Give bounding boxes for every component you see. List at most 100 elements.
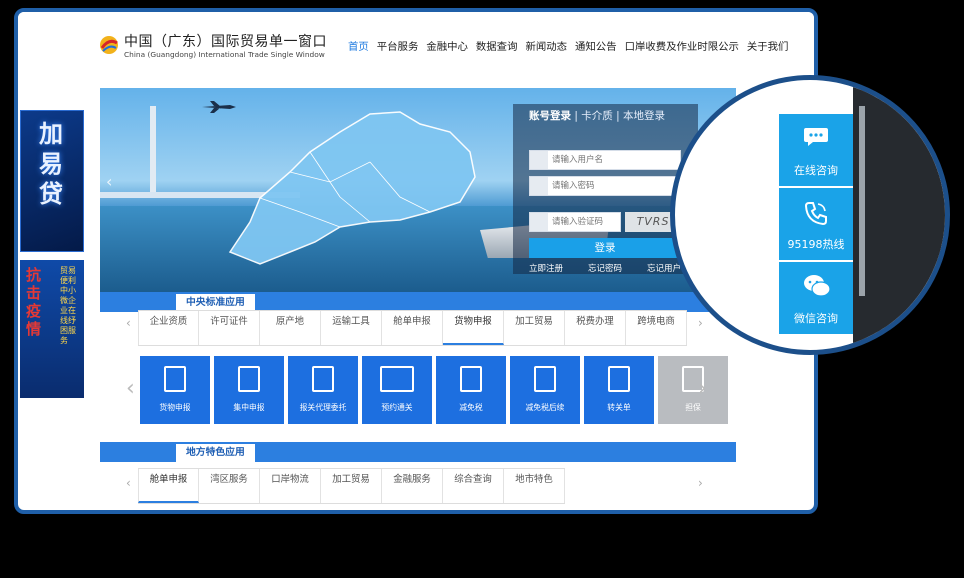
ad-epidemic-title: 抗击疫情 (26, 266, 42, 338)
wechat-icon (804, 275, 831, 297)
nav-notices[interactable]: 通知公告 (575, 38, 617, 53)
local-apps-bar: 地方特色应用 (100, 442, 736, 462)
lock-icon (530, 177, 548, 195)
guangdong-map (228, 111, 476, 265)
service-agent-entrust[interactable]: 报关代理委托 (288, 356, 358, 424)
login-links: 立即注册 忘记密码 忘记用户 (529, 262, 681, 274)
register-link[interactable]: 立即注册 (529, 262, 563, 274)
central-apps-bar: 中央标准应用 (100, 292, 736, 312)
tab-port-logistics[interactable]: 口岸物流 (260, 469, 321, 503)
header: 中国（广东）国际贸易单一窗口 China (Guangdong) Interna… (18, 12, 814, 80)
checklist-icon (534, 366, 556, 392)
service-booking-clearance[interactable]: 预约通关 (362, 356, 432, 424)
wechat-consult-button[interactable]: 微信咨询 (779, 262, 853, 334)
captcha-input[interactable] (552, 214, 618, 230)
tab-local-manifest[interactable]: 舱单申报 (138, 469, 199, 503)
login-tabs: 账号登录 | 卡介质 | 本地登录 (529, 108, 665, 123)
tab-processing-trade[interactable]: 加工贸易 (504, 311, 565, 345)
logo-subtitle: China (Guangdong) International Trade Si… (124, 50, 325, 59)
phone-icon (804, 202, 827, 226)
nav-data-query[interactable]: 数据查询 (476, 38, 518, 53)
main-nav: 首页 平台服务 金融中心 数据查询 新闻动态 通知公告 口岸收费及作业时限公示 … (348, 38, 788, 53)
tab-license[interactable]: 许可证件 (199, 311, 260, 345)
ad-banner-epidemic[interactable]: 抗击疫情 贸易便利中小微企业在线纾困服务 (20, 260, 84, 398)
nav-finance-center[interactable]: 金融中心 (426, 38, 468, 53)
tab-city-features[interactable]: 地市特色 (504, 469, 565, 503)
username-field[interactable] (529, 150, 681, 170)
service-tax-exemption[interactable]: 减免税 (436, 356, 506, 424)
hotline-button[interactable]: 95198热线 (779, 188, 853, 260)
forgot-username-link[interactable]: 忘记用户 (647, 262, 681, 274)
login-panel: 账号登录 | 卡介质 | 本地登录 TVRS 登录 立即注册 (513, 104, 698, 274)
tab-local-processing-trade[interactable]: 加工贸易 (321, 469, 382, 503)
ad-loan-text: 加易贷 (39, 120, 63, 208)
service-goods-declaration[interactable]: 货物申报 (140, 356, 210, 424)
transfer-document-icon (608, 366, 630, 392)
zoom-callout: 在线咨询 95198热线 微信咨询 (670, 75, 950, 355)
login-button[interactable]: 登录 (529, 238, 681, 258)
service-label: 减免税后续 (525, 403, 565, 412)
local-tabs: 舱单申报 湾区服务 口岸物流 加工贸易 金融服务 综合查询 地市特色 (138, 468, 565, 504)
ad-epidemic-text: 贸易便利中小微企业在线纾困服务 (60, 266, 76, 345)
tab-cross-border-ecommerce[interactable]: 跨境电商 (626, 311, 687, 345)
service-label: 担保 (685, 403, 701, 412)
logo-title: 中国（广东）国际贸易单一窗口 (124, 34, 327, 50)
tab-account-login[interactable]: 账号登录 (529, 110, 571, 122)
site-logo[interactable]: 中国（广东）国际贸易单一窗口 China (Guangdong) Interna… (98, 28, 328, 68)
service-label: 集中申报 (233, 403, 265, 412)
tab-transport[interactable]: 运输工具 (321, 311, 382, 345)
logo-icon (100, 36, 118, 54)
service-label: 转关单 (607, 403, 631, 412)
tab-origin[interactable]: 原产地 (260, 311, 321, 345)
nav-news[interactable]: 新闻动态 (525, 38, 567, 53)
agent-icon (312, 366, 334, 392)
nav-platform-services[interactable]: 平台服务 (377, 38, 419, 53)
tab-manifest[interactable]: 舱单申报 (382, 311, 443, 345)
tab-enterprise-qualification[interactable]: 企业资质 (138, 311, 199, 345)
service-guarantee[interactable]: 担保 (658, 356, 728, 424)
customer-service-panel: 在线咨询 95198热线 微信咨询 (779, 114, 853, 334)
service-transfer-form[interactable]: 转关单 (584, 356, 654, 424)
forgot-password-link[interactable]: 忘记密码 (588, 262, 622, 274)
password-input[interactable] (552, 178, 678, 194)
tab-card-login[interactable]: 卡介质 (581, 110, 613, 122)
central-tabs-next-arrow[interactable]: › (698, 316, 703, 330)
local-tabs-prev-arrow[interactable]: ‹ (126, 476, 131, 490)
ad-banner-loan[interactable]: 加易贷 (20, 110, 84, 252)
central-tabs-prev-arrow[interactable]: ‹ (126, 316, 131, 330)
clipboard-icon (164, 366, 186, 392)
services-next-arrow[interactable]: › (698, 376, 707, 401)
service-tiles: 货物申报 集中申报 报关代理委托 预约通关 减免税 减免税后续 转关单 担保 (140, 356, 728, 424)
hotline-label: 95198热线 (787, 238, 845, 251)
nav-port-fees[interactable]: 口岸收费及作业时限公示 (625, 38, 739, 53)
calculator-icon (460, 366, 482, 392)
local-apps-label: 地方特色应用 (175, 443, 256, 462)
tab-local-login[interactable]: 本地登录 (623, 110, 665, 122)
central-tabs: 企业资质 许可证件 原产地 运输工具 舱单申报 货物申报 加工贸易 税费办理 跨… (138, 310, 687, 346)
nav-home[interactable]: 首页 (348, 38, 369, 53)
services-prev-arrow[interactable]: ‹ (126, 376, 135, 401)
tab-financial-services[interactable]: 金融服务 (382, 469, 443, 503)
service-label: 减免税 (459, 403, 483, 412)
tab-tax[interactable]: 税费办理 (565, 311, 626, 345)
scrollbar[interactable] (859, 106, 865, 296)
tab-goods-declaration[interactable]: 货物申报 (443, 311, 504, 345)
service-tax-exemption-followup[interactable]: 减免税后续 (510, 356, 580, 424)
captcha-field[interactable] (529, 212, 621, 232)
service-label: 报关代理委托 (299, 403, 347, 412)
service-centralized-declaration[interactable]: 集中申报 (214, 356, 284, 424)
user-icon (530, 151, 548, 169)
online-consult-button[interactable]: 在线咨询 (779, 114, 853, 186)
username-input[interactable] (552, 152, 678, 168)
callout-background (853, 80, 945, 350)
password-field[interactable] (529, 176, 681, 196)
tab-comprehensive-query[interactable]: 综合查询 (443, 469, 504, 503)
calendar-clock-icon (380, 366, 414, 392)
nav-about[interactable]: 关于我们 (747, 38, 789, 53)
wechat-consult-label: 微信咨询 (794, 312, 838, 325)
tab-bay-area[interactable]: 湾区服务 (199, 469, 260, 503)
online-consult-label: 在线咨询 (794, 164, 838, 177)
local-tabs-next-arrow[interactable]: › (698, 476, 703, 490)
banner-prev-arrow[interactable]: ‹ (106, 172, 112, 191)
shield-icon (530, 213, 548, 231)
